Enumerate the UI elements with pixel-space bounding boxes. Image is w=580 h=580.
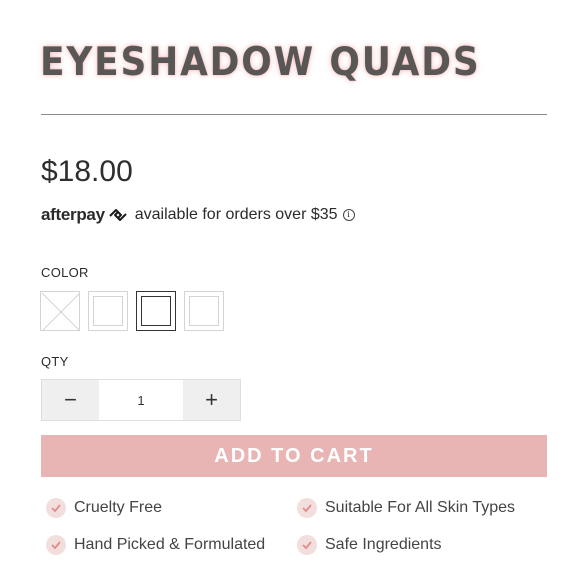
info-icon[interactable]: i [342, 209, 355, 221]
feature-label: Hand Picked & Formulated [74, 536, 266, 553]
swatch-option[interactable] [184, 291, 224, 331]
product-price: $18.00 [41, 155, 133, 188]
feature-item: Cruelty Free [46, 498, 162, 518]
quantity-stepper: − 1 + [41, 379, 241, 421]
check-icon [46, 535, 66, 555]
afterpay-banner: afterpay available for orders over $35 i [41, 205, 355, 225]
color-label: COLOR [41, 265, 89, 280]
check-icon [46, 498, 66, 518]
product-title: EYESHADOW QUADS [40, 40, 481, 85]
decrease-button[interactable]: − [42, 380, 99, 420]
afterpay-arrows-icon [109, 209, 127, 221]
afterpay-logo: afterpay [41, 205, 105, 224]
feature-label: Suitable For All Skin Types [325, 499, 516, 516]
qty-label: QTY [41, 354, 69, 369]
quantity-input[interactable]: 1 [99, 380, 183, 420]
feature-item: Safe Ingredients [297, 535, 442, 555]
increase-button[interactable]: + [183, 380, 240, 420]
feature-label: Cruelty Free [74, 499, 163, 516]
divider [41, 114, 547, 115]
swatch-selected[interactable] [136, 291, 176, 331]
check-icon [297, 498, 317, 518]
check-icon [297, 535, 317, 555]
add-to-cart-button[interactable]: ADD TO CART [41, 435, 547, 477]
afterpay-message: available for orders over $35 [134, 206, 338, 223]
feature-item: Suitable For All Skin Types [297, 498, 515, 518]
feature-item: Hand Picked & Formulated [46, 535, 265, 555]
swatch-unavailable[interactable] [40, 291, 81, 332]
feature-label: Safe Ingredients [325, 536, 442, 553]
color-swatches [40, 291, 224, 332]
swatch-option[interactable] [88, 291, 128, 331]
crossed-out-icon [41, 292, 81, 332]
